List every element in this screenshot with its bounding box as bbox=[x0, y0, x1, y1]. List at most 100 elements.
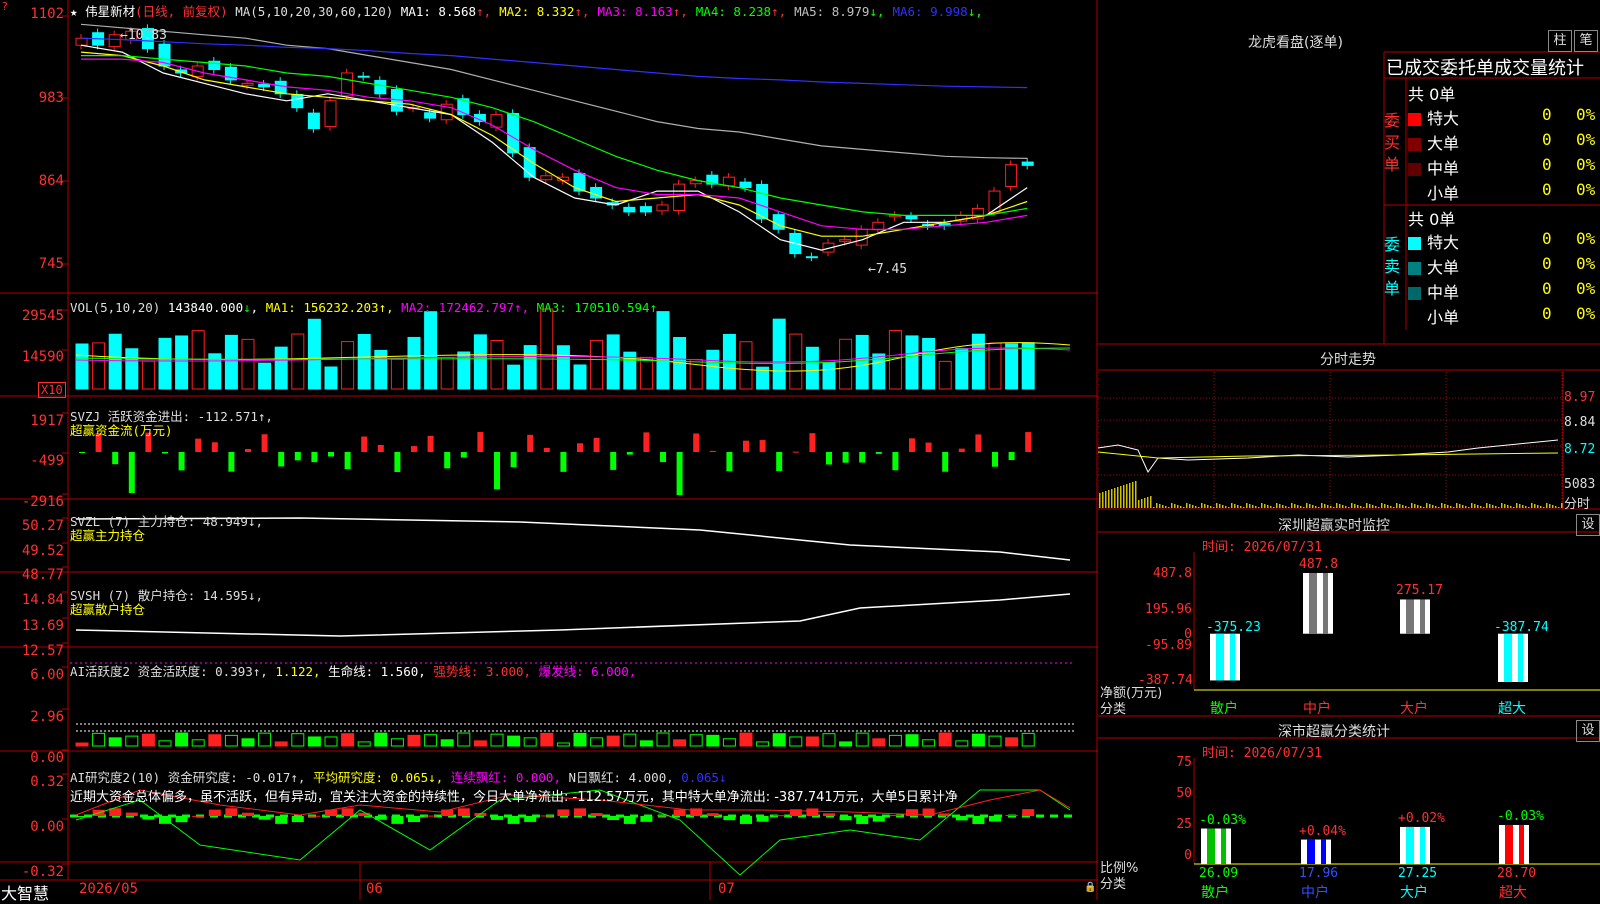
candle-body bbox=[855, 228, 868, 246]
svsh-axis-label: 13.69 bbox=[21, 618, 64, 634]
intraday-vol-bar bbox=[1312, 505, 1314, 508]
volume-bar bbox=[291, 333, 305, 390]
monitor-bar bbox=[1400, 599, 1430, 634]
volume-bar bbox=[855, 334, 869, 390]
ma-value-6: MA6: 9.998↓, bbox=[892, 4, 983, 19]
intraday-vol-bar bbox=[1117, 487, 1119, 508]
activity-bar bbox=[673, 739, 687, 747]
intraday-vol-bar bbox=[1255, 506, 1257, 508]
volume-bar bbox=[639, 356, 653, 390]
lock-icon[interactable]: 🔒 bbox=[1084, 882, 1096, 893]
stats-bar-stripe bbox=[1321, 839, 1326, 864]
monitor-bar-0 bbox=[1210, 633, 1240, 681]
activity-bar bbox=[540, 732, 554, 747]
intraday-vol-bar bbox=[1201, 503, 1203, 508]
buy-orders-label: 委买单 bbox=[1384, 111, 1401, 174]
activity-bar bbox=[374, 732, 388, 747]
intraday-vol-bar bbox=[1528, 507, 1530, 508]
order-count: 0 bbox=[1542, 229, 1552, 248]
intraday-vol-bar bbox=[1339, 504, 1341, 508]
bar-view-button[interactable]: 柱 bbox=[1548, 30, 1572, 52]
flow-bar bbox=[427, 435, 434, 452]
intraday-vol-bar bbox=[1468, 507, 1470, 508]
sz-monitor-settings-button[interactable]: 设 bbox=[1576, 514, 1600, 536]
kline-chart-canvas[interactable] bbox=[0, 0, 1098, 900]
candle-body bbox=[75, 37, 88, 46]
volume-bar bbox=[540, 308, 554, 390]
help-icon[interactable]: ? bbox=[2, 0, 8, 13]
intraday-vol-bar bbox=[1168, 507, 1170, 508]
ma-value-2: MA2: 8.332↑, bbox=[499, 4, 590, 19]
price-axis-label: 745 bbox=[38, 256, 64, 272]
flow-bar bbox=[577, 443, 583, 452]
monitor-category-label: 超大 bbox=[1498, 701, 1526, 717]
intraday-axis-label: 8.97 bbox=[1564, 390, 1596, 405]
research-bar bbox=[872, 816, 885, 822]
volume-bar bbox=[507, 364, 521, 390]
favorite-star-icon[interactable]: ★ bbox=[70, 4, 78, 19]
activity-bar bbox=[175, 732, 189, 747]
ma-arrow: ↑, bbox=[672, 4, 688, 19]
activity-bar bbox=[440, 739, 454, 747]
flow-bar bbox=[178, 452, 185, 471]
sz-monitor-axis: 487.8 bbox=[1152, 566, 1192, 581]
candle-body bbox=[357, 75, 370, 78]
intraday-vol-bar bbox=[1198, 507, 1200, 508]
stats-value-label: 28.70 bbox=[1497, 866, 1537, 881]
order-type: 大单 bbox=[1427, 258, 1460, 277]
intraday-vol-bar bbox=[1540, 506, 1542, 508]
research-bar bbox=[491, 816, 503, 820]
intraday-vol-bar bbox=[1333, 507, 1335, 508]
research-bar bbox=[159, 816, 171, 824]
intraday-vol-bar bbox=[1459, 504, 1461, 508]
intraday-vol-bar bbox=[1192, 505, 1194, 508]
intraday-vol-bar bbox=[1369, 504, 1371, 508]
ai-research-axis-label: -0.32 bbox=[21, 864, 64, 880]
volume-bar bbox=[258, 362, 272, 390]
ma-arrow: ↓, bbox=[967, 4, 983, 19]
research-bar bbox=[291, 816, 304, 823]
order-pct: 0% bbox=[1576, 279, 1596, 298]
order-count: 0 bbox=[1542, 130, 1552, 149]
research-bar bbox=[706, 813, 719, 816]
candle-body bbox=[241, 82, 254, 86]
research-bar bbox=[258, 816, 271, 820]
dragon-title: 龙虎看盘(逐单) bbox=[1248, 35, 1343, 51]
ai-active-axis-label: 2.96 bbox=[30, 709, 64, 725]
ma-value-1: MA1: 8.568↑, bbox=[400, 4, 492, 19]
intraday-vol-bar bbox=[1153, 507, 1155, 508]
volume-bar bbox=[274, 346, 288, 390]
stats-category-label: 大户 bbox=[1400, 885, 1428, 901]
flow-bar bbox=[112, 452, 119, 465]
stats-bar-3 bbox=[1499, 824, 1529, 864]
monitor-category-label: 中户 bbox=[1303, 701, 1331, 717]
activity-bar bbox=[523, 737, 537, 747]
vol-ma3: MA3: 170510.594↑ bbox=[536, 300, 658, 315]
intraday-vol-bar bbox=[1264, 504, 1266, 508]
intraday-vol-bar bbox=[1159, 504, 1161, 508]
research-bar bbox=[341, 808, 354, 816]
flow-bar bbox=[460, 452, 467, 458]
volume-bar bbox=[938, 360, 952, 390]
intraday-vol-bar bbox=[1297, 505, 1299, 508]
activity-bar bbox=[224, 734, 238, 747]
chart-mode[interactable]: (日线, 前复权) bbox=[135, 4, 228, 19]
flow-bar bbox=[626, 452, 633, 455]
intraday-vol-bar bbox=[1441, 503, 1443, 508]
activity-bar bbox=[125, 735, 139, 747]
intraday-vol-bar bbox=[1207, 505, 1209, 508]
intraday-vol-bar bbox=[1552, 505, 1554, 508]
stats-bar-stripe bbox=[1406, 826, 1414, 864]
activity-bar bbox=[108, 737, 122, 747]
sz-stats-settings-button[interactable]: 设 bbox=[1576, 720, 1600, 742]
stats-category-label: 超大 bbox=[1499, 885, 1527, 901]
order-type: 中单 bbox=[1427, 159, 1460, 178]
color-swatch-icon bbox=[1408, 237, 1421, 250]
research-bar bbox=[1005, 814, 1018, 816]
tick-view-button[interactable]: 笔 bbox=[1574, 30, 1598, 52]
intraday-vol-bar bbox=[1111, 489, 1113, 508]
intraday-vol-bar bbox=[1447, 505, 1449, 508]
activity-bar bbox=[407, 734, 421, 747]
intraday-vol-bar bbox=[1306, 503, 1308, 508]
kline-area[interactable]: ★ 伟星新材(日线, 前复权) MA(5,10,20,30,60,120) MA… bbox=[0, 0, 1098, 903]
